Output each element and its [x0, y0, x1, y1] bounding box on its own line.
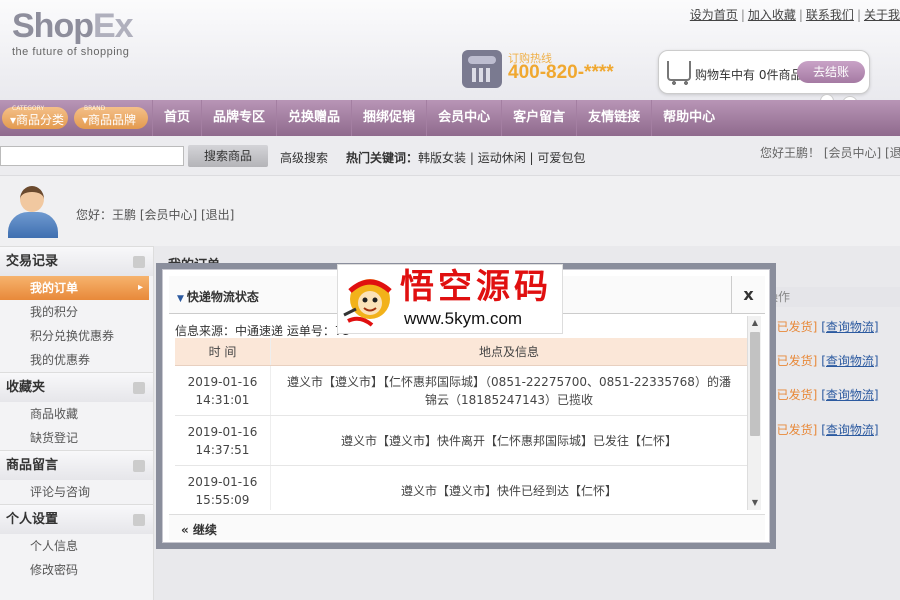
track-shipment-link[interactable]: [查询物流] — [821, 354, 878, 368]
orders-header-strip: 操作 — [760, 287, 900, 307]
sidebar-item-my-orders[interactable]: 我的订单 — [0, 276, 149, 300]
main-nav: CATEGORY ▾商品分类 BRAND ▾商品品牌 首页 品牌专区 兑换赠品 … — [0, 100, 900, 136]
member-sidebar: 交易记录 我的订单 我的积分 积分兑换优惠券 我的优惠券 收藏夹 商品收藏 缺货… — [0, 246, 154, 600]
sidebar-item-points-exchange[interactable]: 积分兑换优惠券 — [0, 324, 153, 348]
table-row: 2019-01-16 14:37:51 遵义市【遵义市】快件离开【仁怀惠邦国际城】… — [175, 416, 747, 466]
sidebar-item-personal-info[interactable]: 个人信息 — [0, 534, 153, 558]
brand-menu-button[interactable]: BRAND ▾商品品牌 — [74, 105, 148, 129]
sidebar-item-change-password[interactable]: 修改密码 — [0, 558, 153, 582]
sidebar-section-settings: 个人设置 — [0, 504, 153, 534]
shopping-cart-icon — [667, 61, 691, 85]
nav-member-center[interactable]: 会员中心 — [426, 100, 501, 136]
tracking-source-info: 信息来源：中通速递 运单号：73 — [175, 324, 351, 338]
row-timestamp: 2019-01-16 14:31:01 — [175, 366, 271, 415]
nav-home[interactable]: 首页 — [152, 100, 201, 136]
phone-icon — [462, 50, 502, 88]
dialog-footer: « 继续 — [169, 514, 765, 540]
gear-icon[interactable] — [133, 514, 145, 526]
column-location-info: 地点及信息 — [478, 345, 539, 359]
track-shipment-link[interactable]: [查询物流] — [821, 423, 878, 437]
top-links: 设为首页 | 加入收藏 | 联系我们 | 关于我 — [689, 8, 900, 22]
collapse-icon[interactable] — [133, 460, 145, 472]
search-input[interactable] — [0, 146, 184, 166]
sidebar-item-product-favorites[interactable]: 商品收藏 — [0, 402, 153, 426]
nav-bundles[interactable]: 捆绑促销 — [351, 100, 426, 136]
scroll-down-icon[interactable]: ▼ — [748, 496, 762, 510]
checkout-button[interactable]: 去结账 — [797, 61, 865, 83]
order-status: [已发货] — [772, 388, 818, 402]
set-homepage-link[interactable]: 设为首页 — [690, 8, 738, 22]
column-time: 时 间 — [175, 338, 271, 365]
sidebar-section-messages: 商品留言 — [0, 450, 153, 480]
order-row: [已发货] [查询物流] — [772, 318, 879, 335]
track-shipment-link[interactable]: [查询物流] — [821, 320, 878, 334]
sidebar-item-my-coupons[interactable]: 我的优惠券 — [0, 348, 153, 372]
sidebar-item-reviews[interactable]: 评论与咨询 — [0, 480, 153, 504]
row-info: 遵义市【遵义市】快件离开【仁怀惠邦国际城】已发往【仁怀】 — [340, 433, 677, 448]
close-button[interactable]: x — [731, 276, 765, 314]
order-status: [已发货] — [772, 354, 818, 368]
category-menu-button[interactable]: CATEGORY ▾商品分类 — [2, 105, 68, 129]
search-bar: 搜索商品 高级搜索 热门关键词：韩版女装 | 运动休闲 | 可爱包包 您好王鹏！… — [0, 136, 900, 176]
row-timestamp: 2019-01-16 15:55:09 — [175, 466, 271, 510]
tracking-table: 时 间 地点及信息 2019-01-16 14:31:01 遵义市【遵义市】【仁怀… — [175, 338, 747, 510]
monkey-king-logo-icon — [343, 279, 392, 327]
sidebar-section-trades: 交易记录 — [0, 246, 153, 276]
collapse-icon[interactable] — [133, 256, 145, 268]
table-header: 时 间 地点及信息 — [175, 338, 747, 366]
search-button[interactable]: 搜索商品 — [188, 145, 268, 167]
add-favorite-link[interactable]: 加入收藏 — [748, 8, 796, 22]
triangle-down-icon: ▼ — [177, 294, 184, 304]
row-info: 遵义市【遵义市】快件已经到达【仁怀】 — [400, 483, 617, 498]
nav-guestbook[interactable]: 客户留言 — [501, 100, 576, 136]
shopex-logo[interactable]: ShopEx the future of shopping — [12, 7, 134, 58]
hot-keywords: 热门关键词：韩版女装 | 运动休闲 | 可爱包包 — [346, 151, 586, 165]
watermark-title: 悟空源码 — [400, 267, 552, 307]
nav-gifts[interactable]: 兑换赠品 — [276, 100, 351, 136]
site-header: ShopEx the future of shopping 设为首页 | 加入收藏 |… — [0, 0, 900, 112]
sidebar-item-my-points[interactable]: 我的积分 — [0, 300, 153, 324]
watermark: 悟空源码 www.5kym.com — [337, 264, 563, 334]
track-shipment-link[interactable]: [查询物流] — [821, 388, 878, 402]
order-row: [已发货] [查询物流] — [772, 386, 879, 403]
row-info: 遵义市【遵义市】【仁怀惠邦国际城】（0851-22275700、0851-223… — [287, 374, 731, 407]
cart-count-text: 购物车中有 0件商品 — [695, 68, 803, 82]
order-status: [已发货] — [772, 320, 818, 334]
table-row: 2019-01-16 14:31:01 遵义市【遵义市】【仁怀惠邦国际城】（085… — [175, 366, 747, 416]
scroll-up-icon[interactable]: ▲ — [748, 316, 762, 330]
nav-friend-links[interactable]: 友情链接 — [576, 100, 651, 136]
dialog-title: ▼ 快递物流状态 — [177, 290, 259, 304]
logo-wordmark: ShopEx — [12, 7, 134, 45]
about-link[interactable]: 关于我 — [864, 8, 900, 22]
avatar — [4, 182, 62, 238]
sidebar-item-out-of-stock[interactable]: 缺货登记 — [0, 426, 153, 450]
header-user-greeting: 您好王鹏！ [会员中心] [退 — [760, 146, 900, 160]
nav-help[interactable]: 帮助中心 — [651, 100, 726, 136]
row-timestamp: 2019-01-16 14:37:51 — [175, 416, 271, 465]
table-scrollbar[interactable]: ▲ ▼ — [747, 316, 761, 510]
sidebar-section-favorites: 收藏夹 — [0, 372, 153, 402]
collapse-icon[interactable] — [133, 382, 145, 394]
advanced-search-link[interactable]: 高级搜索 — [280, 149, 328, 166]
hot-keyword-links[interactable]: 韩版女装 | 运动休闲 | 可爱包包 — [418, 151, 585, 165]
order-status: [已发货] — [772, 423, 818, 437]
user-bar: 您好：王鹏 [会员中心] [退出] — [0, 176, 900, 246]
contact-us-link[interactable]: 联系我们 — [806, 8, 854, 22]
watermark-url: www.5kym.com — [404, 309, 523, 328]
order-row: [已发货] [查询物流] — [772, 421, 879, 438]
nav-brands[interactable]: 品牌专区 — [201, 100, 276, 136]
cart-summary: 购物车中有 0件商品 去结账 — [658, 50, 870, 94]
scroll-thumb[interactable] — [750, 332, 760, 436]
continue-link[interactable]: « 继续 — [181, 521, 217, 538]
user-greeting: 您好：王鹏 [会员中心] [退出] — [76, 208, 235, 222]
table-row: 2019-01-16 15:55:09 遵义市【遵义市】快件已经到达【仁怀】 — [175, 466, 747, 510]
logo-tagline: the future of shopping — [12, 46, 130, 58]
order-row: [已发货] [查询物流] — [772, 352, 879, 369]
hotline-number: 400-820-**** — [508, 62, 614, 83]
